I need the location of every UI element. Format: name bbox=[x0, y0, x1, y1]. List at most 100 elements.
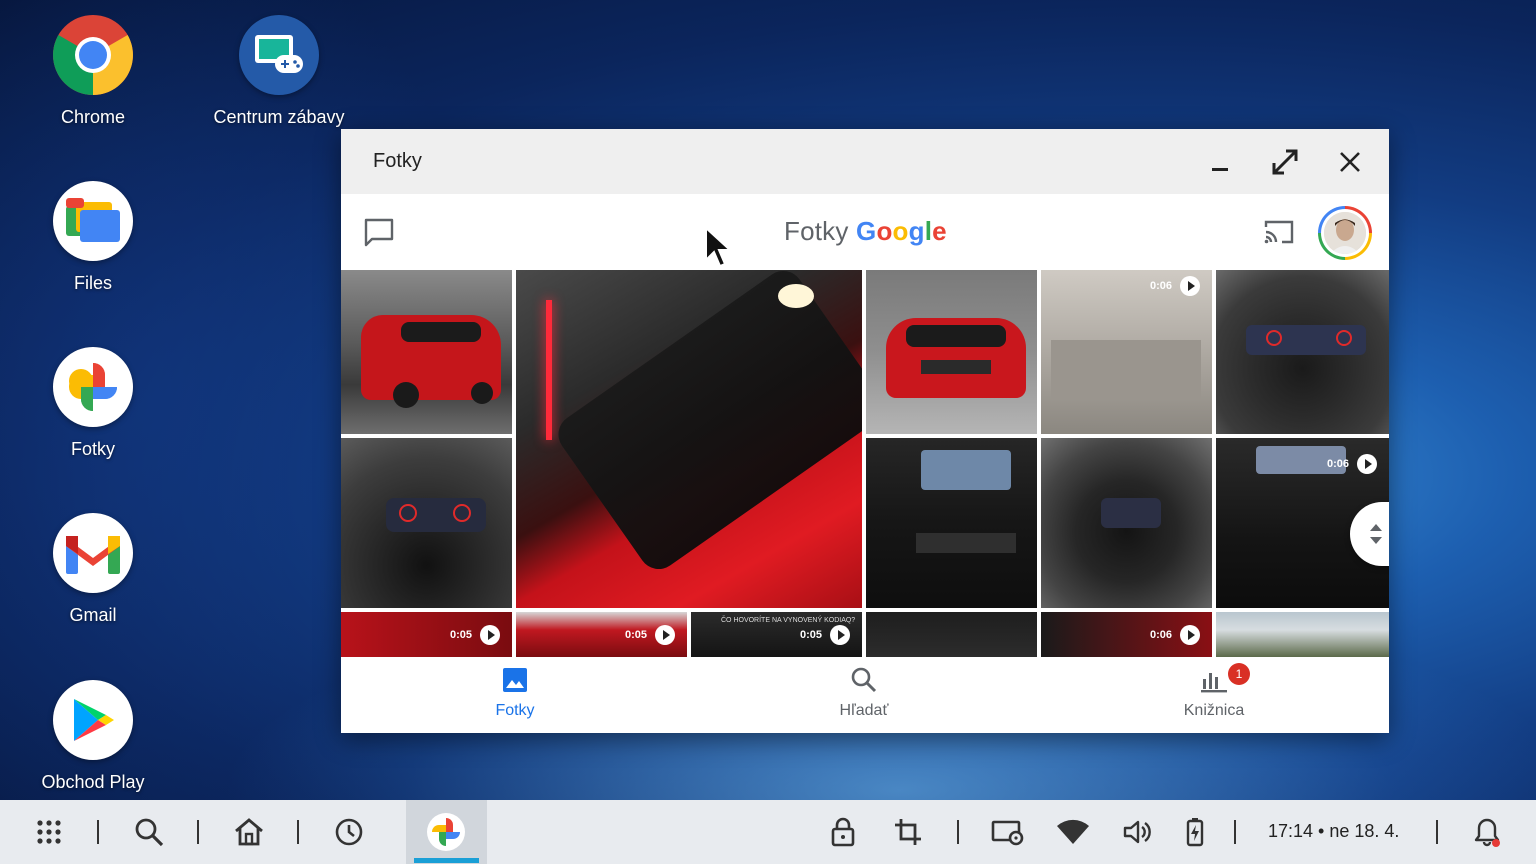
scroll-updown-icon bbox=[1370, 524, 1382, 544]
video-tile[interactable]: 0:06 bbox=[1041, 270, 1212, 434]
video-tile[interactable]: 0:06 bbox=[1041, 612, 1212, 657]
taskbar-divider bbox=[97, 820, 99, 844]
account-avatar[interactable] bbox=[1318, 206, 1372, 260]
clock-date[interactable]: 17:14 • ne 18. 4. bbox=[1268, 821, 1399, 842]
photo-tile[interactable] bbox=[866, 438, 1037, 608]
home-icon bbox=[235, 818, 263, 846]
video-duration: 0:05 bbox=[450, 625, 500, 645]
desktop-label-files: Files bbox=[73, 273, 112, 293]
mouse-cursor-icon bbox=[705, 226, 733, 268]
desktop-label-gmail: Gmail bbox=[69, 605, 117, 625]
cast-icon bbox=[1264, 220, 1294, 244]
close-button[interactable] bbox=[1333, 145, 1367, 179]
desktop-label-chrome: Chrome bbox=[60, 107, 126, 127]
logo-letter: o bbox=[876, 216, 893, 246]
logo-letter: g bbox=[908, 216, 925, 246]
crop-icon bbox=[895, 819, 921, 845]
nav-item-hladat[interactable]: Hľadať bbox=[764, 667, 964, 720]
volume-button[interactable] bbox=[1118, 812, 1158, 852]
screenshot-button[interactable] bbox=[888, 812, 928, 852]
home-button[interactable] bbox=[229, 812, 269, 852]
desktop-label-centrum-zabavy: Centrum zábavy bbox=[213, 107, 345, 127]
taskbar-divider bbox=[957, 820, 959, 844]
chat-bubble-icon bbox=[364, 218, 394, 247]
volume-icon bbox=[1123, 820, 1151, 844]
taskbar-app-fotky[interactable] bbox=[426, 812, 466, 852]
cast-button[interactable] bbox=[1263, 218, 1295, 251]
play-icon bbox=[1180, 276, 1200, 296]
taskbar-divider bbox=[297, 820, 299, 844]
desktop-label-fotky: Fotky bbox=[70, 439, 115, 459]
taskbar: 17:14 • ne 18. 4. bbox=[0, 800, 1536, 864]
video-tile[interactable]: 0:05 bbox=[516, 612, 687, 657]
window-titlebar[interactable]: Fotky bbox=[341, 129, 1389, 194]
photo-tile[interactable] bbox=[1216, 612, 1389, 657]
photo-tile[interactable] bbox=[866, 270, 1037, 434]
play-icon bbox=[480, 625, 500, 645]
taskbar-divider bbox=[197, 820, 199, 844]
taskbar-divider bbox=[1234, 820, 1236, 844]
close-icon bbox=[1340, 152, 1360, 172]
photo-grid: 0:06 0:06 0:05 0:05 ČO HOVORÍTE NA VYNOV… bbox=[341, 270, 1389, 657]
display-settings-button[interactable] bbox=[988, 812, 1028, 852]
expand-icon bbox=[1272, 149, 1298, 175]
notifications-button[interactable] bbox=[1467, 812, 1507, 852]
video-tile[interactable]: 0:05 bbox=[341, 612, 512, 657]
play-icon bbox=[655, 625, 675, 645]
wifi-icon bbox=[1057, 819, 1089, 844]
google-photos-icon bbox=[427, 813, 465, 851]
photo-tile[interactable] bbox=[1216, 270, 1389, 434]
recents-button[interactable] bbox=[329, 812, 369, 852]
logo-google: Google bbox=[856, 216, 947, 246]
photo-tile[interactable] bbox=[341, 270, 512, 434]
display-settings-icon bbox=[991, 820, 1024, 846]
bell-icon bbox=[1474, 818, 1500, 847]
taskbar-divider bbox=[1436, 820, 1438, 844]
photo-tile[interactable] bbox=[866, 612, 1037, 657]
video-duration: 0:05 bbox=[800, 625, 850, 645]
game-screen-icon bbox=[239, 15, 319, 95]
video-caption: ČO HOVORÍTE NA VYNOVENÝ KODIAQ? bbox=[721, 617, 856, 624]
video-duration-text: 0:06 bbox=[1149, 629, 1172, 641]
taskbar-search-button[interactable] bbox=[129, 812, 169, 852]
avatar-photo bbox=[1324, 212, 1366, 254]
desktop-icon-gmail[interactable]: Gmail bbox=[18, 513, 168, 626]
nav-label-hladat: Hľadať bbox=[839, 702, 889, 719]
launcher-button[interactable] bbox=[29, 812, 69, 852]
video-tile[interactable]: ČO HOVORÍTE NA VYNOVENÝ KODIAQ? 0:05 bbox=[691, 612, 862, 657]
video-duration: 0:05 bbox=[625, 625, 675, 645]
photos-app-header: Fotky Google bbox=[341, 194, 1389, 270]
wifi-button[interactable] bbox=[1053, 812, 1093, 852]
maximize-button[interactable] bbox=[1268, 145, 1302, 179]
desktop-icon-obchod-play[interactable]: Obchod Play bbox=[18, 680, 168, 793]
desktop-icon-chrome[interactable]: Chrome bbox=[18, 15, 168, 128]
video-duration: 0:06 bbox=[1150, 276, 1200, 296]
desktop-icon-files[interactable]: Files bbox=[18, 181, 168, 294]
desktop-label-obchod-play: Obchod Play bbox=[41, 772, 145, 792]
active-app-indicator bbox=[414, 858, 479, 863]
photo-tile[interactable] bbox=[341, 438, 512, 608]
nav-item-fotky[interactable]: Fotky bbox=[415, 667, 615, 720]
desktop-icon-centrum-zabavy[interactable]: Centrum zábavy bbox=[204, 15, 354, 128]
chrome-icon bbox=[53, 15, 133, 95]
play-icon bbox=[1357, 454, 1377, 474]
search-icon bbox=[135, 818, 164, 847]
logo-word: Fotky bbox=[784, 216, 849, 246]
nav-item-kniznica[interactable]: 1 Knižnica bbox=[1114, 663, 1314, 720]
play-store-icon bbox=[53, 680, 133, 760]
clock-icon bbox=[335, 818, 363, 846]
lock-button[interactable] bbox=[823, 812, 863, 852]
desktop-icon-fotky[interactable]: Fotky bbox=[18, 347, 168, 460]
photo-tile-large[interactable] bbox=[516, 270, 862, 608]
video-duration-text: 0:05 bbox=[624, 629, 647, 641]
battery-charging-icon bbox=[1186, 818, 1204, 847]
library-icon bbox=[1201, 673, 1227, 693]
battery-button[interactable] bbox=[1175, 812, 1215, 852]
minimize-button[interactable] bbox=[1203, 145, 1237, 179]
messages-button[interactable] bbox=[363, 216, 395, 253]
video-duration-text: 0:06 bbox=[1149, 280, 1172, 292]
photo-tile[interactable] bbox=[1041, 438, 1212, 608]
nav-label-fotky: Fotky bbox=[495, 702, 535, 719]
photo-icon bbox=[503, 668, 527, 692]
photos-window: Fotky Fotky Google 0:06 0:06 0:05 0:05 Č… bbox=[341, 129, 1389, 733]
